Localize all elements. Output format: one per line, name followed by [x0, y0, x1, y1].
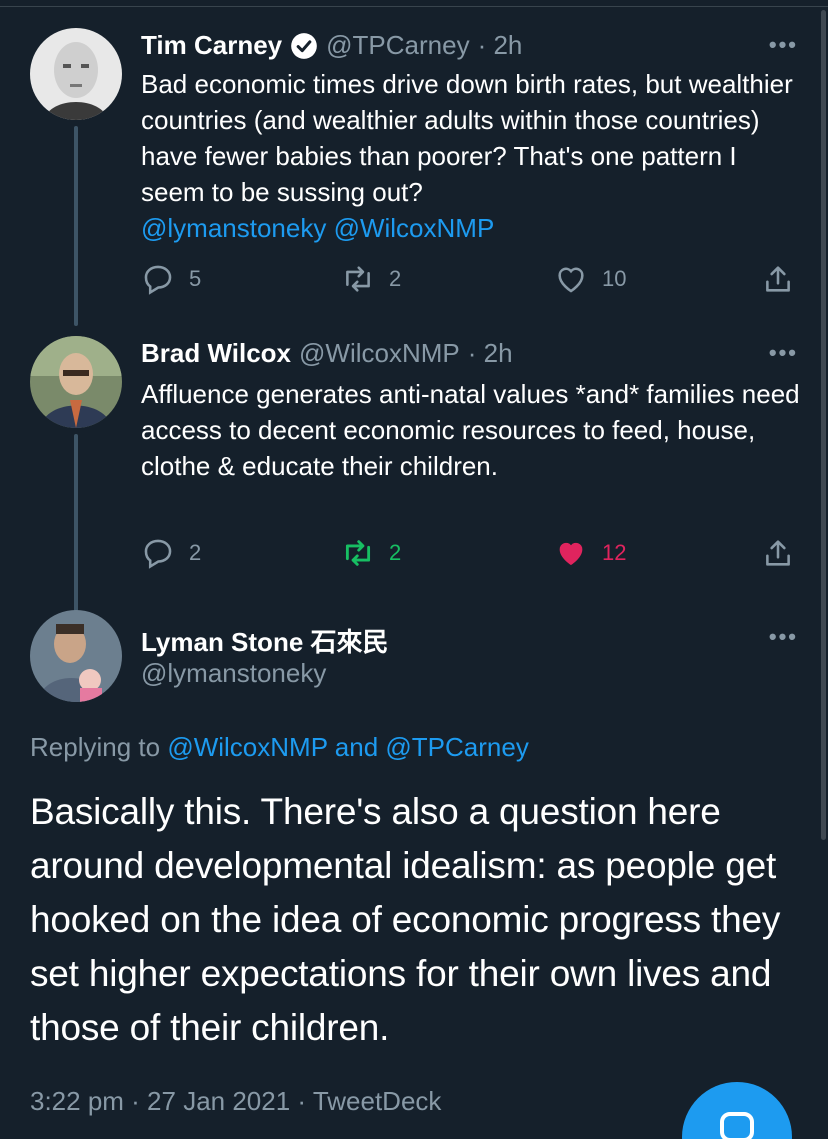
tweet-header: Lyman Stone 石來民 — [141, 622, 389, 659]
avatar[interactable] — [30, 610, 122, 702]
share-icon — [766, 540, 790, 566]
tweet-time: · 2h — [477, 30, 523, 60]
replying-to: Replying to @WilcoxNMP and @TPCarney — [30, 732, 529, 763]
replying-prefix: Replying to — [30, 732, 161, 762]
avatar[interactable] — [30, 28, 122, 120]
author-name[interactable]: Brad Wilcox — [141, 338, 291, 369]
reply-icon — [144, 539, 172, 569]
more-icon[interactable]: ••• — [769, 32, 798, 58]
reply-button[interactable]: 5 — [141, 262, 201, 296]
retweet-icon — [345, 540, 371, 566]
reply-icon — [144, 265, 172, 295]
replying-to-users[interactable]: @WilcoxNMP and @TPCarney — [167, 732, 529, 762]
more-icon[interactable]: ••• — [769, 340, 798, 366]
author-handle[interactable]: @WilcoxNMP — [299, 338, 460, 369]
retweet-count: 2 — [389, 540, 402, 565]
more-icon[interactable]: ••• — [769, 624, 798, 650]
retweet-button[interactable]: 2 — [341, 262, 401, 296]
scrollbar[interactable] — [821, 10, 826, 840]
like-button[interactable]: 10 — [554, 262, 626, 296]
author-name[interactable]: Tim Carney — [141, 30, 282, 61]
tweet-text-content: Bad economic times drive down birth rate… — [141, 69, 793, 207]
tweet-header: Tim Carney @TPCarney · 2h — [141, 30, 522, 61]
tweet-meta: 3:22 pm · 27 Jan 2021 · TweetDeck — [30, 1086, 442, 1116]
tweet-actions: 5 2 10 — [141, 262, 801, 302]
tweet-header: Brad Wilcox @WilcoxNMP · 2h — [141, 338, 513, 369]
reply-count: 2 — [189, 540, 202, 565]
main-tweet-text: Basically this. There's also a question … — [30, 791, 781, 1048]
tweet-mentions[interactable]: @lymanstoneky @WilcoxNMP — [141, 213, 494, 243]
like-icon — [559, 542, 583, 566]
reply-count: 5 — [189, 266, 202, 291]
author-handle[interactable]: @lymanstoneky — [141, 658, 326, 689]
tweet-time: · 2h — [467, 338, 513, 368]
share-button[interactable] — [761, 262, 795, 296]
tweet-text: Affluence generates anti-natal values *a… — [141, 379, 800, 481]
compose-button[interactable] — [682, 1082, 792, 1139]
thread-connector — [74, 126, 78, 326]
top-divider — [0, 6, 828, 7]
author-handle-row: @lymanstoneky — [141, 658, 326, 689]
share-icon — [766, 266, 790, 292]
like-count: 12 — [602, 540, 627, 565]
avatar[interactable] — [30, 336, 122, 428]
thread-connector — [74, 434, 78, 630]
tweet-text: Bad economic times drive down birth rate… — [141, 66, 801, 246]
like-icon — [558, 267, 584, 293]
compose-icon — [720, 1112, 754, 1139]
like-count: 10 — [602, 266, 627, 291]
author-name[interactable]: Lyman Stone 石來民 — [141, 622, 389, 659]
author-handle[interactable]: @TPCarney — [326, 30, 469, 61]
retweet-icon — [346, 266, 370, 292]
retweet-button[interactable]: 2 — [341, 536, 401, 570]
like-button[interactable]: 12 — [554, 536, 626, 570]
share-button[interactable] — [761, 536, 795, 570]
verified-icon — [291, 32, 317, 59]
tweet-actions: 2 2 12 — [141, 536, 801, 576]
retweet-count: 2 — [389, 266, 402, 291]
reply-button[interactable]: 2 — [141, 536, 201, 570]
